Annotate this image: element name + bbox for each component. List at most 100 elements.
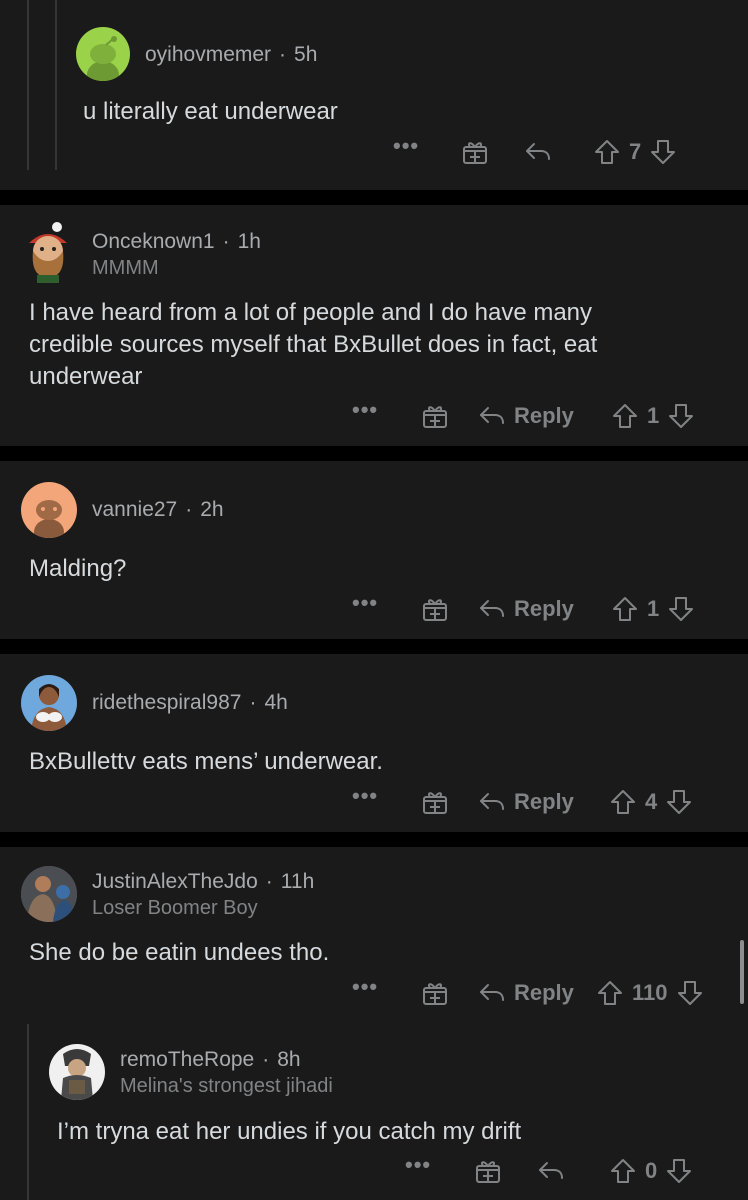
vote-score: 110 [632,980,668,1005]
comment-actions: ••• Reply 1 [0,589,748,629]
upvote-arrow-icon[interactable] [594,138,620,166]
comment-age: 1h [237,230,261,253]
comment-actions: ••• Reply 1 [0,396,748,436]
award-gift-icon[interactable] [461,132,489,172]
username-link[interactable]: vannie27 [92,498,177,521]
avatar[interactable] [49,1044,105,1100]
reply-arrow-icon [480,984,504,1001]
comment-header: Onceknown1 · 1h [92,230,261,254]
comment-header: remoTheRope · 8h [120,1048,301,1072]
reply-button[interactable]: Reply [478,782,574,822]
downvote-arrow-icon[interactable] [668,402,694,430]
comment-card: oyihovmemer · 5h u literally eat underwear… [0,0,748,190]
comment-actions: ••• 7 [0,132,748,172]
more-options-icon[interactable]: ••• [352,967,378,1007]
more-options-icon[interactable]: ••• [352,390,378,430]
more-options-icon[interactable]: ••• [393,126,419,166]
comment-body: I’m tryna eat her undies if you catch my… [57,1116,521,1148]
avatar[interactable] [76,27,130,81]
separator-dot: · [249,691,257,714]
comment-body-line: Malding? [29,555,127,582]
vote-controls: 4 [610,782,692,822]
profile-photo-icon [21,866,77,922]
vote-score: 1 [647,596,660,621]
upvote-arrow-icon[interactable] [612,595,638,623]
award-gift-icon[interactable] [421,782,449,822]
username-link[interactable]: ridethespiral987 [92,691,241,714]
vote-score: 4 [645,789,658,814]
separator-dot: · [279,43,287,66]
comment-body-line: I have heard from a lot of people and I … [29,299,593,326]
comment-actions: ••• Reply 110 [0,973,748,1013]
reply-button[interactable] [537,1151,565,1191]
comment-age: 11h [280,870,315,893]
comment-age: 4h [264,691,288,714]
snoo-avatar-icon [87,36,119,81]
comment-age: 2h [200,498,224,521]
reply-button[interactable]: Reply [478,973,574,1013]
comment-body-line: She do be eatin undees tho. [29,939,330,966]
comment-body-line: underwear [29,363,143,390]
reply-arrow-icon [480,600,504,617]
username-link[interactable]: oyihovmemer [145,43,271,66]
more-options-icon[interactable]: ••• [352,776,378,816]
downvote-arrow-icon[interactable] [666,788,692,816]
reply-button[interactable]: Reply [478,589,574,629]
reply-label: Reply [514,789,574,814]
award-gift-icon[interactable] [421,589,449,629]
comment-actions: ••• Reply 4 [0,782,748,822]
upvote-arrow-icon[interactable] [597,979,623,1007]
comment-body: I have heard from a lot of people and I … [29,297,597,393]
comment-age: 5h [294,43,318,66]
user-flair: Loser Boomer Boy [92,897,258,919]
vote-controls: 1 [612,396,694,436]
separator-dot: · [265,870,273,893]
downvote-arrow-icon[interactable] [668,595,694,623]
scrollbar[interactable] [740,940,744,1004]
vote-controls: 110 [597,973,703,1013]
comment-body: BxBullettv eats mens’ underwear. [29,746,383,778]
comment-age: 8h [277,1048,301,1071]
comment-body-line: BxBullettv eats mens’ underwear. [29,748,383,775]
comment-body: u literally eat underwear [83,96,338,128]
avatar[interactable] [21,866,77,922]
comment-actions: ••• 0 [0,1151,748,1191]
comment-card: ridethespiral987 · 4h BxBullettv eats mens… [0,654,748,832]
downvote-arrow-icon[interactable] [677,979,703,1007]
vote-score: 1 [647,403,660,428]
separator-dot: · [262,1048,270,1071]
downvote-arrow-icon[interactable] [650,138,676,166]
comment-body: Malding? [29,553,126,585]
more-options-icon[interactable]: ••• [352,583,378,623]
reply-arrow-icon [480,407,504,424]
reply-arrow-icon [480,793,504,810]
avatar[interactable] [21,221,75,283]
vote-controls: 1 [612,589,694,629]
username-link[interactable]: JustinAlexTheJdo [92,870,258,893]
reply-arrow-icon [539,1162,563,1179]
upvote-arrow-icon[interactable] [612,402,638,430]
vote-controls: 7 [594,132,676,172]
reply-button[interactable]: Reply [478,396,574,436]
comment-header: oyihovmemer · 5h [145,43,317,67]
award-gift-icon[interactable] [421,396,449,436]
more-options-icon[interactable]: ••• [405,1145,431,1185]
username-link[interactable]: remoTheRope [120,1048,254,1071]
award-gift-icon[interactable] [474,1151,502,1191]
upvote-arrow-icon[interactable] [610,788,636,816]
snoo-avatar-icon [34,500,64,538]
avatar[interactable] [21,482,77,538]
username-link[interactable]: Onceknown1 [92,230,215,253]
comment-body-line: u literally eat underwear [83,98,338,125]
downvote-arrow-icon[interactable] [666,1157,692,1185]
vote-controls: 0 [610,1151,692,1191]
avatar[interactable] [21,675,77,731]
profile-photo-icon [31,684,67,731]
comment-body-line: I’m tryna eat her undies if you catch my… [57,1118,522,1145]
comment-body-line: credible sources myself that BxBullet do… [29,331,598,358]
comment-card: vannie27 · 2h Malding? ••• Reply 1 [0,461,748,639]
reply-arrow-icon [526,143,550,160]
reply-button[interactable] [524,132,552,172]
award-gift-icon[interactable] [421,973,449,1013]
upvote-arrow-icon[interactable] [610,1157,636,1185]
